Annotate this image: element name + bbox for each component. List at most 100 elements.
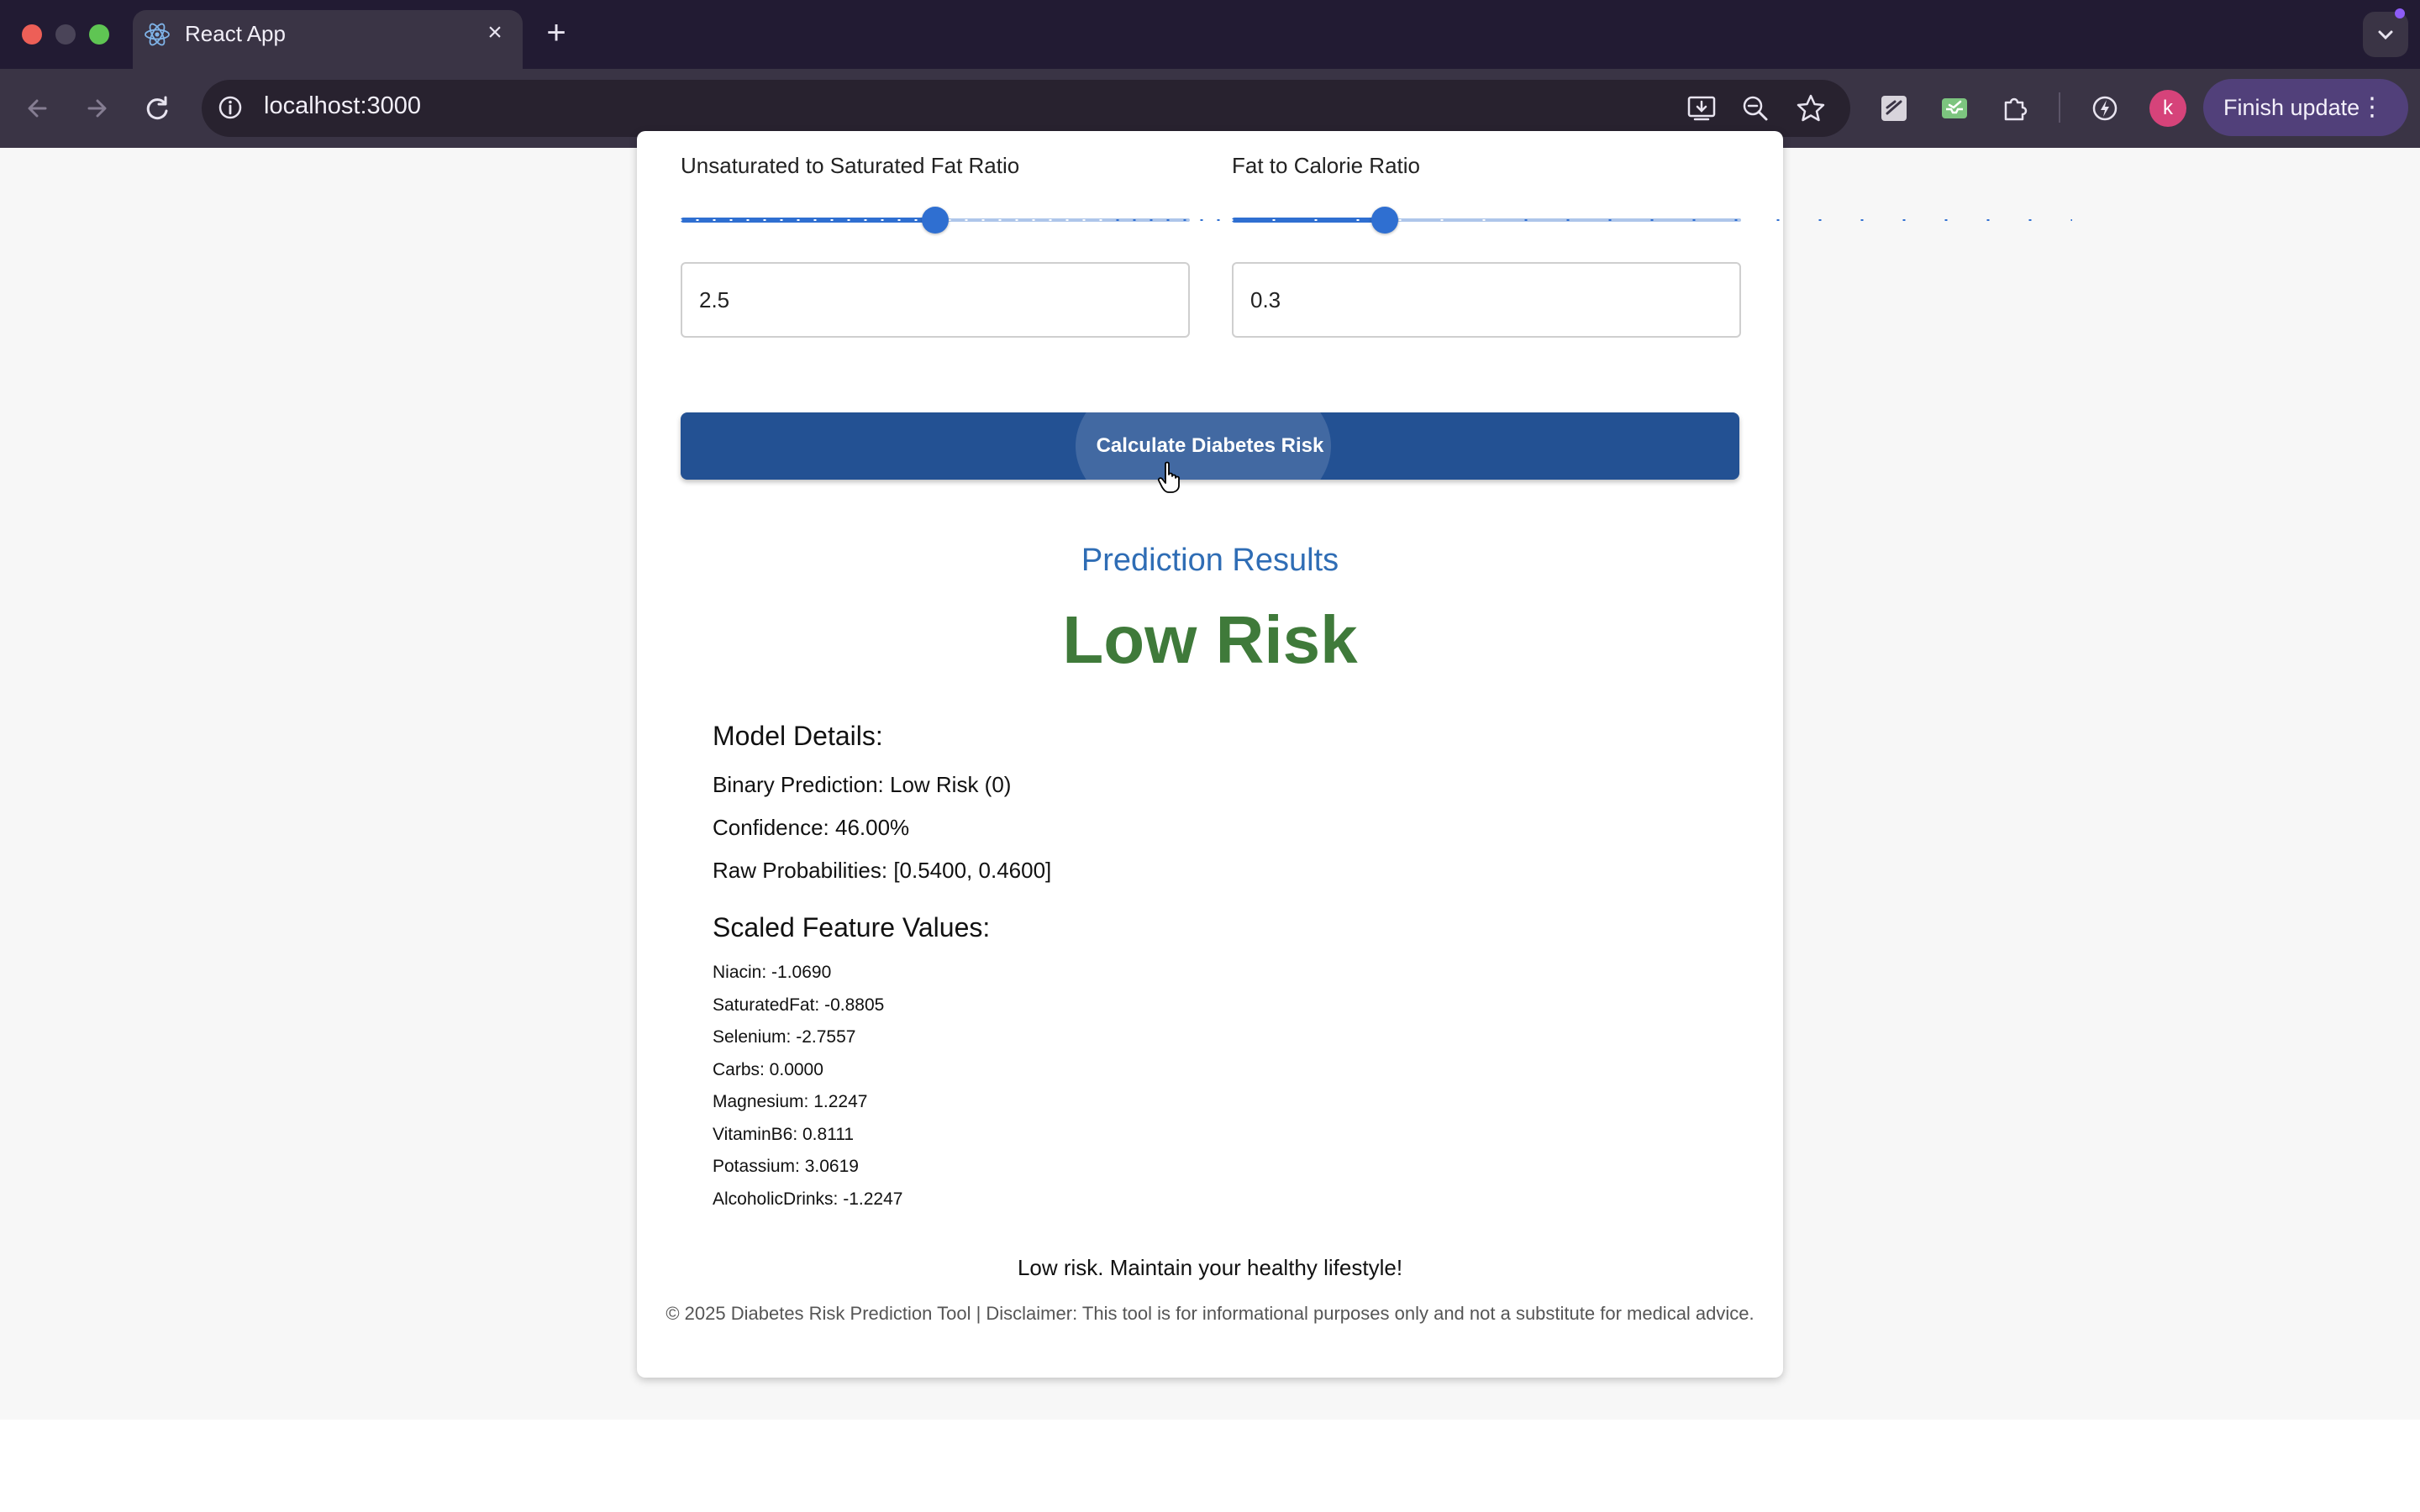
slider-tick (864, 219, 867, 221)
reload-icon[interactable] (139, 91, 175, 126)
extension-notes-icon[interactable] (1876, 91, 1912, 126)
slider-tick (1232, 219, 1234, 221)
slider-tick (1650, 219, 1654, 221)
scaled-feature-item: Potassium: 3.0619 (713, 1157, 859, 1176)
finish-update-label: Finish update (2223, 95, 2360, 120)
slider-tick (1183, 219, 1186, 221)
slider-tick (1986, 219, 1990, 221)
zoom-icon[interactable] (1738, 91, 1773, 126)
slider-tick (797, 219, 800, 221)
slider-tick (1082, 219, 1086, 221)
tab-search-button[interactable] (2363, 12, 2408, 57)
arrow-right-icon[interactable] (79, 91, 114, 126)
puzzle-icon[interactable] (1998, 91, 2033, 126)
fat-calorie-label: Fat to Calorie Ratio (1232, 153, 1420, 178)
slider-tick (2070, 219, 2072, 221)
ratio-fat-label: Unsaturated to Saturated Fat Ratio (681, 153, 1020, 178)
slider-ticks (1232, 219, 2072, 221)
slider-tick (847, 219, 850, 221)
slider-tick (1314, 219, 1318, 221)
arrow-left-icon[interactable] (20, 91, 55, 126)
slider-tick (881, 219, 884, 221)
model-details-heading: Model Details: (713, 721, 883, 751)
scaled-feature-item: Niacin: -1.0690 (713, 963, 832, 982)
slider-tick (1015, 219, 1018, 221)
slider-tick (1116, 219, 1119, 221)
prediction-card: Unsaturated to Saturated Fat Ratio Fat t… (637, 131, 2072, 1378)
slider-tick (681, 219, 682, 221)
slider-tick (713, 219, 716, 221)
scaled-feature-item: Magnesium: 1.2247 (713, 1092, 868, 1111)
window-maximize-button[interactable] (89, 24, 109, 45)
slider-tick (1133, 219, 1136, 221)
footer-disclaimer: © 2025 Diabetes Risk Prediction Tool | D… (666, 1303, 1754, 1324)
risk-message: Low risk. Maintain your healthy lifestyl… (1017, 1255, 1403, 1280)
slider-tick (1150, 219, 1153, 221)
results-title: Prediction Results (1081, 543, 1339, 578)
slider-tick (1566, 219, 1570, 221)
install-app-icon[interactable] (1684, 91, 1719, 126)
react-icon (145, 23, 170, 46)
raw-probabilities: Raw Probabilities: [0.5400, 0.4600] (713, 858, 1052, 883)
fat-calorie-input[interactable] (1232, 262, 1741, 338)
new-tab-icon[interactable]: + (539, 16, 573, 50)
scaled-features-heading: Scaled Feature Values: (713, 912, 991, 942)
confidence: Confidence: 46.00% (713, 815, 910, 840)
scaled-features-list[interactable]: Niacin: -1.0690 SaturatedFat: -0.8805 Sele… (713, 958, 1301, 1221)
slider-tick (1272, 219, 1276, 221)
profile-avatar[interactable]: k (2149, 90, 2186, 127)
slider-tick (1217, 219, 1220, 221)
more-menu-icon: ⋮ (2360, 93, 2385, 121)
risk-level: Low Risk (1062, 602, 1358, 677)
slider-tick (1166, 219, 1170, 221)
slider-tick (998, 219, 1002, 221)
extension-inbox-icon[interactable] (1937, 91, 1972, 126)
finish-update-button[interactable]: Finish update ⋮ (2203, 79, 2408, 136)
window-close-button[interactable] (22, 24, 42, 45)
slider-thumb[interactable] (922, 207, 949, 234)
calculate-risk-button[interactable]: Calculate Diabetes Risk (681, 412, 1739, 480)
slider-tick (1440, 219, 1444, 221)
slider-tick (1099, 219, 1102, 221)
scaled-feature-item: SaturatedFat: -0.8805 (713, 995, 885, 1015)
ratio-fat-input[interactable] (681, 262, 1190, 338)
fat-calorie-slider[interactable] (1232, 207, 2072, 234)
slider-tick (1032, 219, 1035, 221)
performance-icon[interactable] (2087, 91, 2123, 126)
info-icon[interactable] (215, 92, 245, 123)
tab-close-icon[interactable]: × (481, 18, 509, 47)
slider-tick (1776, 219, 1780, 221)
star-icon[interactable] (1793, 91, 1828, 126)
binary-prediction: Binary Prediction: Low Risk (0) (713, 772, 1012, 797)
slider-tick (780, 219, 783, 221)
window-minimize-button[interactable] (55, 24, 76, 45)
slider-tick (830, 219, 834, 221)
slider-tick (965, 219, 968, 221)
scaled-feature-item: Selenium: -2.7557 (713, 1027, 856, 1047)
slider-tick (914, 219, 918, 221)
address-bar[interactable] (202, 80, 1850, 137)
slider-tick (1692, 219, 1696, 221)
slider-tick (1902, 219, 1906, 221)
ratio-fat-slider[interactable] (681, 207, 1521, 234)
slider-tick (981, 219, 985, 221)
tab-title: React App (185, 21, 286, 46)
slider-tick (696, 219, 699, 221)
slider-tick (1482, 219, 1486, 221)
footer (0, 1420, 2420, 1512)
slider-tick (763, 219, 766, 221)
calculate-risk-label: Calculate Diabetes Risk (1096, 434, 1324, 457)
slider-tick (1608, 219, 1612, 221)
scaled-feature-item: VitaminB6: 0.8111 (713, 1124, 855, 1144)
slider-tick (1818, 219, 1822, 221)
address-url[interactable]: localhost:3000 (264, 92, 421, 120)
slider-tick (1200, 219, 1203, 221)
slider-tick (897, 219, 901, 221)
toolbar-separator (2059, 92, 2060, 123)
slider-tick (2028, 219, 2032, 221)
slider-thumb[interactable] (1370, 207, 1398, 234)
hand-cursor-icon (1157, 461, 1180, 493)
slider-tick (1734, 219, 1738, 221)
scaled-feature-item: Carbs: 0.0000 (713, 1059, 823, 1079)
slider-tick (1398, 219, 1402, 221)
